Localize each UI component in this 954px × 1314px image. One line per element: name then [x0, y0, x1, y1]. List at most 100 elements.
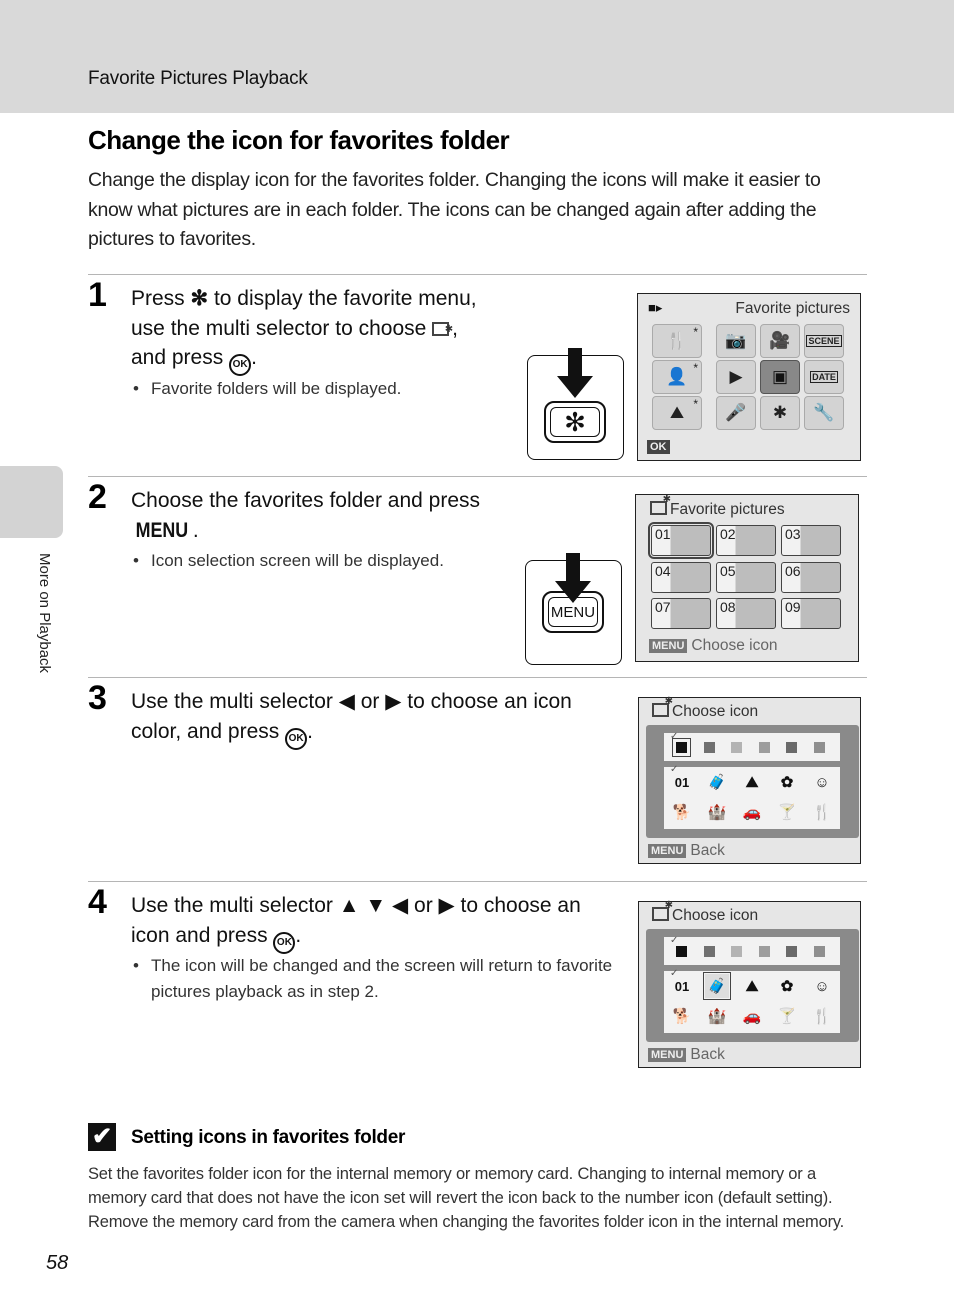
icon-grid: 01 🧳 ⛰ ✿ ☺ 🐕 🏰 🚗 🍸 🍴 ✓	[664, 764, 840, 829]
step-number: 2	[88, 478, 107, 516]
mountain-icon[interactable]: ⛰	[740, 974, 764, 998]
menu-button-illustration: MENU	[525, 553, 622, 665]
favorite-pictures-icon	[652, 900, 673, 921]
portrait-favorite-icon: 👤	[666, 367, 688, 386]
page-number: 58	[46, 1252, 69, 1274]
folder-item[interactable]: 02	[716, 525, 776, 556]
folder-item[interactable]: 07	[651, 598, 711, 629]
step-number: 1	[88, 276, 107, 314]
menu-cell[interactable]: ⛰ *	[652, 396, 702, 430]
suitcase-icon[interactable]: 🧳	[703, 972, 731, 1000]
menu-cell[interactable]: DATE	[804, 360, 844, 394]
color-swatch[interactable]	[813, 742, 825, 753]
menu-cell[interactable]: ▶	[716, 360, 756, 394]
menu-button-glyph: MENU	[548, 597, 598, 627]
menu-button-icon: MENU	[135, 518, 189, 542]
folder-item[interactable]: 01	[648, 522, 714, 559]
folder-item[interactable]: 06	[781, 562, 841, 593]
color-swatch[interactable]	[813, 946, 825, 957]
cocktail-icon[interactable]: 🍸	[775, 800, 799, 824]
folder-item[interactable]: 08	[716, 598, 776, 629]
note-title: Setting icons in favorites folder	[131, 1127, 406, 1148]
ok-button-icon: OK	[273, 931, 296, 954]
child-face-icon[interactable]: ☺	[810, 770, 834, 794]
child-face-icon[interactable]: ☺	[810, 974, 834, 998]
color-swatch[interactable]	[786, 946, 797, 957]
color-strip: ✓	[664, 731, 840, 761]
movie-mode-icon: 🎥	[769, 331, 791, 350]
down-arrow-icon: ▼	[365, 894, 387, 917]
mountain-icon[interactable]: ⛰	[740, 770, 764, 794]
menu-cell[interactable]: 🔧	[804, 396, 844, 430]
menu-cell[interactable]: 🎥	[760, 324, 800, 358]
favorite-star-icon: *	[693, 325, 698, 339]
left-arrow-icon: ◀	[338, 690, 355, 713]
footer-hint: Back	[690, 1046, 725, 1063]
favorite-star-icon: *	[693, 397, 698, 411]
screen-title: Choose icon	[672, 907, 759, 924]
menu-cell[interactable]: ✱	[760, 396, 800, 430]
step-number: 3	[88, 679, 107, 717]
menu-cell[interactable]: 👤 *	[652, 360, 702, 394]
screen-title: Choose icon	[672, 703, 759, 720]
up-arrow-icon: ▲	[338, 894, 360, 917]
step-4-instruction: Use the multi selector ▲ ▼ ◀ or ▶ to cho…	[131, 891, 621, 954]
food-icon[interactable]: 🍴	[810, 800, 834, 824]
food-icon[interactable]: 🍴	[810, 1004, 834, 1028]
screen-title: Favorite pictures	[670, 501, 785, 518]
color-strip: ✓	[664, 935, 840, 965]
flower-icon[interactable]: ✿	[775, 974, 799, 998]
cocktail-icon[interactable]: 🍸	[775, 1004, 799, 1028]
color-swatch[interactable]	[672, 738, 691, 757]
press-arrow-icon	[566, 553, 580, 583]
checkmark-note-icon: ✔	[88, 1123, 116, 1151]
car-icon[interactable]: 🚗	[740, 800, 764, 824]
flower-icon[interactable]: ✿	[775, 770, 799, 794]
dog-icon[interactable]: 🐕	[670, 800, 694, 824]
folder-item[interactable]: 09	[781, 598, 841, 629]
step-4-note: The icon will be changed and the screen …	[133, 953, 613, 1005]
favorite-pictures-icon: ▣	[771, 367, 789, 386]
castle-icon[interactable]: 🏰	[705, 1004, 729, 1028]
step-3-instruction: Use the multi selector ◀ or ▶ to choose …	[131, 687, 611, 750]
suitcase-icon[interactable]: 🧳	[705, 770, 729, 794]
camera-mode-icon: 📷	[725, 331, 747, 350]
footer-hint: Choose icon	[691, 637, 778, 654]
step-number: 4	[88, 883, 107, 921]
menu-cell[interactable]: SCENE	[804, 324, 844, 358]
color-swatch[interactable]	[786, 742, 797, 753]
setup-icon: 🔧	[813, 403, 835, 422]
color-swatch[interactable]	[758, 946, 770, 957]
menu-cell[interactable]: 🍴 *	[652, 324, 702, 358]
menu-cell[interactable]: 🎤	[716, 396, 756, 430]
menu-badge: MENU	[648, 844, 687, 858]
menu-cell[interactable]: 📷	[716, 324, 756, 358]
car-icon[interactable]: 🚗	[740, 1004, 764, 1028]
right-arrow-icon: ▶	[438, 894, 455, 917]
left-arrow-icon: ◀	[392, 894, 409, 917]
folder-item[interactable]: 03	[781, 525, 841, 556]
menu-badge: MENU	[648, 1048, 687, 1062]
note-body: Set the favorites folder icon for the in…	[88, 1165, 845, 1231]
footer-hint: Back	[690, 842, 725, 859]
current-selection-check-icon: ✓	[670, 731, 679, 742]
landscape-favorite-icon: ⛰	[669, 403, 685, 422]
scene-mode-icon: SCENE	[806, 335, 842, 347]
castle-icon[interactable]: 🏰	[705, 800, 729, 824]
color-swatch[interactable]	[758, 742, 770, 753]
color-swatch[interactable]	[676, 946, 687, 957]
color-swatch[interactable]	[703, 946, 715, 957]
color-swatch[interactable]	[731, 946, 742, 957]
menu-cell[interactable]: ▣	[760, 360, 800, 394]
auto-sort-icon: ✱	[772, 403, 788, 422]
color-swatch[interactable]	[731, 742, 742, 753]
color-swatch[interactable]	[703, 742, 715, 753]
current-selection-check-icon: ✓	[670, 935, 679, 946]
section-title: Favorite Pictures Playback	[88, 68, 308, 89]
folder-item[interactable]: 05	[716, 562, 776, 593]
ok-badge: OK	[647, 440, 670, 454]
icon-chooser-panel: ✓ 01 🧳 ⛰ ✿ ☺ 🐕 🏰 🚗 🍸 🍴 ✓	[646, 725, 859, 838]
dog-icon[interactable]: 🐕	[670, 1004, 694, 1028]
favorite-star-icon: *	[693, 361, 698, 375]
folder-item[interactable]: 04	[651, 562, 711, 593]
